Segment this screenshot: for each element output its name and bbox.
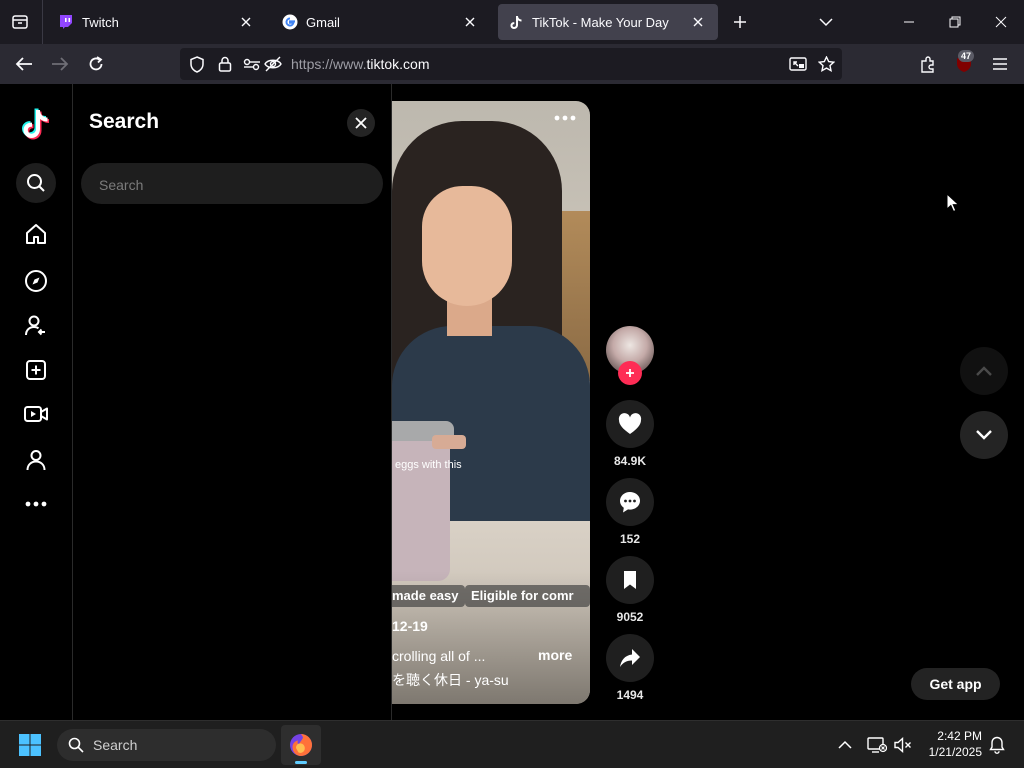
save-count: 9052	[616, 610, 644, 624]
permissions-icon[interactable]	[242, 54, 262, 74]
google-icon	[282, 14, 298, 30]
url-text[interactable]: https://www.tiktok.com	[291, 56, 429, 72]
description-more-link[interactable]: more	[538, 647, 572, 663]
chevron-down-icon	[976, 430, 992, 440]
close-tab-icon[interactable]	[688, 12, 708, 32]
tab-separator	[42, 0, 43, 44]
previous-video-button[interactable]	[960, 347, 1008, 395]
tiktok-sidebar	[0, 84, 73, 720]
taskbar-search-label: Search	[93, 737, 138, 753]
search-panel-title: Search	[89, 110, 160, 133]
tab-gmail[interactable]: Gmail	[272, 4, 490, 40]
mouse-cursor-icon	[946, 193, 960, 213]
get-app-button[interactable]: Get app	[911, 668, 1000, 700]
home-icon[interactable]	[16, 214, 56, 254]
video-caption-overlay: eggs with this	[395, 459, 462, 471]
search-panel: Search	[73, 84, 392, 720]
windows-start-icon[interactable]	[18, 733, 42, 757]
twitch-icon	[58, 14, 74, 30]
video-frame-kettle	[392, 431, 450, 581]
clock-time: 2:42 PM	[937, 729, 982, 743]
video-description: crolling all of ...	[392, 648, 486, 664]
close-icon	[355, 117, 367, 129]
bookmark-icon	[624, 571, 636, 589]
new-tab-icon[interactable]	[726, 8, 754, 36]
search-icon[interactable]	[16, 163, 56, 203]
menu-icon[interactable]	[984, 48, 1016, 80]
comment-count: 152	[619, 532, 641, 546]
following-icon[interactable]	[16, 306, 56, 346]
next-video-button[interactable]	[960, 411, 1008, 459]
minimize-icon[interactable]	[886, 0, 932, 44]
video-music-label[interactable]: を聴く休日 - ya-su	[392, 670, 509, 690]
clock-date: 1/21/2025	[928, 745, 982, 759]
windows-taskbar: Search 2:42 PM 1/21/2025	[0, 720, 1024, 768]
like-button[interactable]	[606, 400, 654, 448]
explore-icon[interactable]	[16, 261, 56, 301]
like-count: 84.9K	[613, 454, 647, 468]
search-icon	[68, 737, 84, 753]
comment-icon	[620, 492, 640, 513]
address-bar[interactable]: https://www.tiktok.com	[180, 48, 842, 80]
extension-badge: 47	[958, 50, 975, 62]
comment-button[interactable]	[606, 478, 654, 526]
save-button[interactable]	[606, 556, 654, 604]
tiktok-icon	[508, 14, 524, 30]
restore-icon[interactable]	[932, 0, 978, 44]
active-app-indicator	[295, 761, 307, 764]
upload-icon[interactable]	[16, 350, 56, 390]
list-all-tabs-icon[interactable]	[812, 8, 840, 36]
video-tag[interactable]: made easy	[392, 585, 465, 607]
search-input[interactable]	[97, 163, 371, 206]
close-window-icon[interactable]	[978, 0, 1024, 44]
volume-muted-icon[interactable]	[891, 733, 915, 757]
firefox-taskbar-icon[interactable]	[281, 725, 321, 765]
video-frame-kettle-handle	[432, 435, 466, 449]
tracking-protection-off-icon[interactable]	[263, 54, 283, 74]
shield-icon[interactable]	[187, 54, 207, 74]
heart-icon	[618, 413, 642, 434]
extensions-icon[interactable]	[912, 48, 944, 80]
browser-tab-strip: Twitch Gmail TikTok - Make Your Day	[0, 0, 1024, 44]
network-icon[interactable]	[865, 733, 889, 757]
share-icon	[620, 649, 640, 667]
video-more-options-icon[interactable]	[554, 115, 576, 121]
chevron-up-icon	[976, 366, 992, 376]
tab-twitch[interactable]: Twitch	[48, 4, 266, 40]
share-button[interactable]	[606, 634, 654, 682]
tab-title: TikTok - Make Your Day	[532, 14, 669, 30]
search-box[interactable]	[81, 163, 383, 206]
picture-in-picture-icon[interactable]	[788, 54, 808, 74]
live-icon[interactable]	[16, 394, 56, 434]
video-date: 12-19	[392, 618, 428, 634]
lock-icon[interactable]	[215, 54, 235, 74]
tab-title: Gmail	[306, 14, 340, 30]
url-prefix: https://www.	[291, 56, 367, 72]
close-search-panel-button[interactable]	[347, 109, 375, 137]
video-frame-face	[422, 186, 512, 306]
notifications-bell-icon[interactable]	[985, 733, 1009, 757]
firefox-view-icon[interactable]	[4, 6, 36, 38]
show-hidden-icons-icon[interactable]	[833, 733, 857, 757]
share-count: 1494	[616, 688, 644, 702]
close-tab-icon[interactable]	[460, 12, 480, 32]
profile-icon[interactable]	[16, 440, 56, 480]
reload-icon[interactable]	[80, 48, 112, 80]
taskbar-search-box[interactable]: Search	[57, 729, 276, 761]
bookmark-star-icon[interactable]	[816, 54, 836, 74]
taskbar-clock[interactable]: 2:42 PM 1/21/2025	[918, 728, 982, 760]
tab-tiktok[interactable]: TikTok - Make Your Day	[498, 4, 718, 40]
url-host: tiktok.com	[366, 56, 430, 72]
video-tag[interactable]: Eligible for comr	[465, 585, 590, 607]
forward-icon[interactable]	[44, 48, 76, 80]
more-icon[interactable]	[16, 484, 56, 524]
tiktok-logo-icon[interactable]	[16, 104, 56, 144]
plus-icon	[626, 369, 634, 377]
tab-title: Twitch	[82, 14, 119, 30]
close-tab-icon[interactable]	[236, 12, 256, 32]
browser-nav-bar: https://www.tiktok.com 47	[0, 44, 1024, 84]
back-icon[interactable]	[8, 48, 40, 80]
follow-button[interactable]	[618, 361, 642, 385]
video-player[interactable]: eggs with this made easy Eligible for co…	[392, 101, 590, 704]
